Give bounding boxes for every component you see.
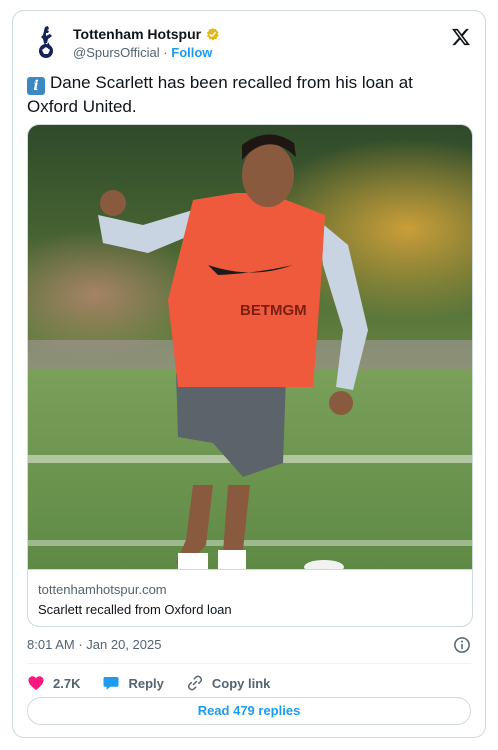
copy-link-label: Copy link xyxy=(211,675,271,691)
heart-icon xyxy=(28,676,44,690)
timestamp-time[interactable]: 8:01 AM xyxy=(27,637,75,652)
tweet-card[interactable]: Tottenham Hotspur @SpursOfficial · Follo… xyxy=(12,10,486,738)
link-domain[interactable]: tottenhamhotspur.com xyxy=(38,581,464,599)
handle-separator: · xyxy=(163,45,168,60)
read-replies-button[interactable]: Read 479 replies xyxy=(27,697,471,725)
reply-label: Reply xyxy=(128,675,164,691)
information-emoji-icon: i xyxy=(27,77,45,95)
timestamp-date[interactable]: Jan 20, 2025 xyxy=(86,637,161,652)
info-icon[interactable] xyxy=(453,636,471,654)
bib-sponsor-text: BETMGM xyxy=(240,302,307,319)
like-count: 2.7K xyxy=(53,675,81,691)
reply-button[interactable]: Reply xyxy=(102,674,164,692)
avatar[interactable] xyxy=(27,23,67,63)
link-icon xyxy=(187,675,202,691)
reply-bubble-icon xyxy=(103,677,119,690)
follow-button[interactable]: Follow xyxy=(171,45,212,60)
timestamp-separator: · xyxy=(78,637,83,652)
link-preview-card[interactable]: BETMGM tottenhamhotspur.com Scarlett rec… xyxy=(27,124,473,627)
gold-verified-badge-icon xyxy=(206,27,219,40)
tweet-body: Dane Scarlett has been recalled from his… xyxy=(27,73,413,116)
tweet-header: Tottenham Hotspur @SpursOfficial · Follo… xyxy=(27,21,471,65)
author-block: Tottenham Hotspur @SpursOfficial · Follo… xyxy=(73,25,220,62)
author-display-name[interactable]: Tottenham Hotspur xyxy=(73,25,201,43)
divider xyxy=(27,663,471,664)
copy-link-button[interactable]: Copy link xyxy=(186,674,271,692)
like-button[interactable]: 2.7K xyxy=(27,674,80,692)
link-title[interactable]: Scarlett recalled from Oxford loan xyxy=(38,601,464,619)
link-meta[interactable]: tottenhamhotspur.com Scarlett recalled f… xyxy=(28,569,472,626)
player-photo[interactable]: BETMGM xyxy=(28,125,473,569)
action-bar: 2.7K Reply Copy link xyxy=(27,671,471,695)
spurs-cockerel-icon xyxy=(39,26,53,58)
tweet-text: i Dane Scarlett has been recalled from hi… xyxy=(27,71,465,118)
timestamp-row: 8:01 AM · Jan 20, 2025 xyxy=(27,635,471,655)
author-handle[interactable]: @SpursOfficial xyxy=(73,45,160,60)
x-logo-icon[interactable] xyxy=(451,27,471,47)
